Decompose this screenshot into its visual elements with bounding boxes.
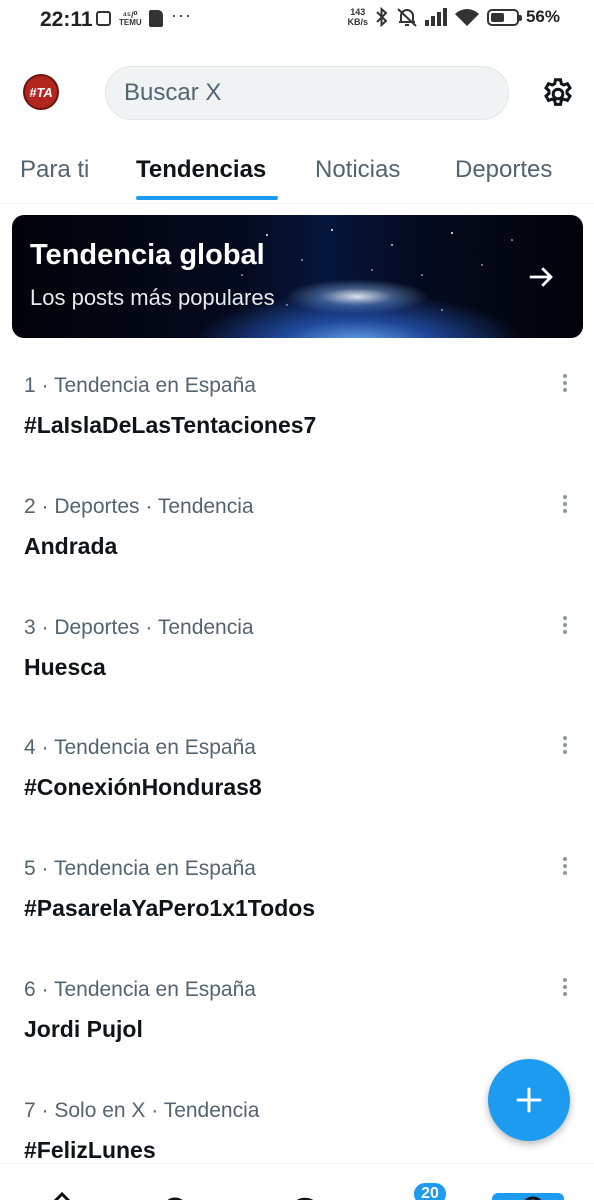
trend-meta: 7 · Solo en X · Tendencia	[24, 1099, 260, 1122]
top-header: #TA	[0, 62, 594, 126]
trend-name: Jordi Pujol	[24, 1016, 143, 1042]
notifications-badge: 20	[412, 1181, 448, 1200]
more-options-icon[interactable]	[555, 853, 575, 879]
active-tab-indicator	[136, 196, 278, 200]
trend-name: Huesca	[24, 654, 106, 680]
trend-meta: 6 · Tendencia en España	[24, 978, 256, 1001]
tab-noticias[interactable]: Noticias	[315, 156, 400, 184]
trend-meta: 1 · Tendencia en España	[24, 374, 256, 397]
more-options-icon[interactable]	[555, 612, 575, 638]
trend-item[interactable]: 4 · Tendencia en España #ConexiónHondura…	[0, 722, 594, 842]
mail-icon[interactable]	[513, 1180, 553, 1200]
network-speed: 143 KB/s	[347, 7, 368, 27]
status-right-icons: 143 KB/s 56%	[347, 7, 560, 27]
trend-item[interactable]: 1 · Tendencia en España #LaIslaDeLasTent…	[0, 360, 594, 480]
status-left-icons: ⁴⁵/⁰ TEMU ···	[96, 5, 192, 27]
screen-icon	[96, 11, 111, 26]
home-icon[interactable]	[42, 1180, 82, 1200]
trend-item[interactable]: 3 · Deportes · Tendencia Huesca	[0, 602, 594, 722]
trend-item[interactable]: 2 · Deportes · Tendencia Andrada	[0, 481, 594, 601]
more-options-icon[interactable]	[555, 732, 575, 758]
compose-post-button[interactable]	[488, 1059, 570, 1141]
status-bar: 22:11 ⁴⁵/⁰ TEMU ··· 143 KB/s 56%	[0, 0, 594, 40]
tab-para-ti[interactable]: Para ti	[20, 156, 89, 184]
trend-name: #FelizLunes	[24, 1137, 156, 1163]
more-options-icon[interactable]	[555, 491, 575, 517]
trend-name: Andrada	[24, 533, 118, 559]
banner-subtitle: Los posts más populares	[30, 285, 275, 310]
tab-tendencias[interactable]: Tendencias	[136, 156, 266, 184]
bottom-nav: 20	[0, 1163, 594, 1200]
stars-background	[241, 229, 513, 311]
more-notifications-icon: ···	[171, 5, 192, 25]
tab-deportes[interactable]: Deportes	[455, 156, 552, 184]
search-bar[interactable]	[105, 66, 509, 120]
status-time: 22:11	[40, 8, 93, 31]
trend-name: #LaIslaDeLasTentaciones7	[24, 412, 317, 438]
grok-icon[interactable]	[280, 1180, 320, 1200]
trend-item[interactable]: 5 · Tendencia en España #PasarelaYaPero1…	[0, 843, 594, 963]
trend-meta: 3 · Deportes · Tendencia	[24, 616, 254, 639]
avatar[interactable]: #TA	[23, 74, 59, 110]
trend-meta: 4 · Tendencia en España	[24, 736, 256, 759]
battery-percent: 56%	[525, 7, 560, 26]
trend-meta: 5 · Tendencia en España	[24, 857, 256, 880]
trend-name: #ConexiónHonduras8	[24, 774, 262, 800]
more-options-icon[interactable]	[555, 974, 575, 1000]
wifi-icon	[454, 9, 479, 26]
gear-icon[interactable]	[540, 76, 576, 112]
network-speed-value: 143	[350, 7, 366, 17]
banner-title: Tendencia global	[30, 239, 265, 271]
temu-notification-icon: ⁴⁵/⁰ TEMU	[119, 9, 142, 27]
battery-icon	[486, 8, 522, 26]
muted-bell-icon	[397, 8, 417, 27]
global-trend-banner[interactable]: Tendencia global Los posts más populares	[12, 215, 583, 338]
trend-name: #PasarelaYaPero1x1Todos	[24, 895, 316, 921]
temu-label: TEMU	[119, 17, 142, 27]
more-options-icon[interactable]	[555, 370, 575, 396]
plus-icon	[516, 1087, 542, 1113]
explore-tabs: Para ti Tendencias Noticias Deportes	[0, 140, 594, 204]
trend-meta: 2 · Deportes · Tendencia	[24, 495, 254, 518]
search-icon[interactable]	[156, 1180, 196, 1200]
sd-card-icon	[149, 10, 163, 27]
signal-icon	[424, 8, 447, 26]
arrow-right-icon[interactable]	[526, 262, 556, 292]
search-input[interactable]	[106, 67, 508, 119]
network-speed-unit: KB/s	[347, 17, 368, 27]
bluetooth-icon	[376, 7, 388, 27]
